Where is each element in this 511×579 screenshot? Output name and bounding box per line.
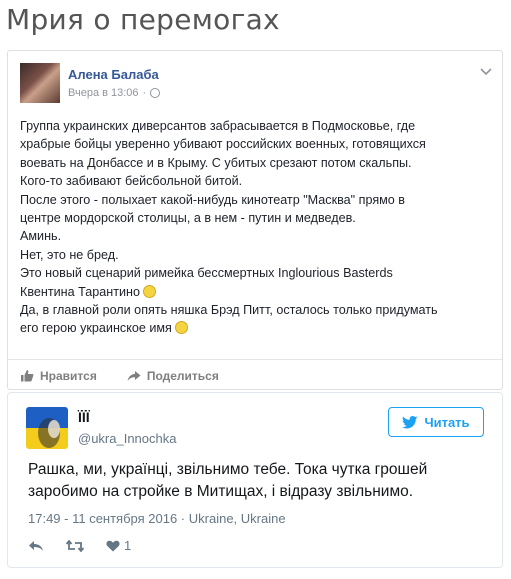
- tweet-text: Рашка, ми, українці, звільнимо тебе. Ток…: [28, 459, 488, 503]
- smile-emoji-icon: [175, 321, 189, 335]
- post-line: Это новый сценарий римейка бессмертных I…: [20, 266, 393, 281]
- share-arrow-icon: [127, 370, 141, 381]
- chevron-down-icon[interactable]: [480, 65, 492, 79]
- meta-separator: ·: [142, 87, 147, 99]
- post-actions-bar: Нравится Поделиться: [8, 359, 502, 391]
- tweet-author-handle[interactable]: @ukra_Innochka: [78, 431, 176, 446]
- post-body: Группа украинских диверсантов забрасывае…: [20, 117, 492, 338]
- author-name[interactable]: Алена Балаба: [68, 67, 159, 82]
- tweet-avatar[interactable]: [26, 407, 68, 449]
- heart-icon: [106, 540, 120, 551]
- tweet-text-line: заробимо на стройке в Митищах, і відразу…: [28, 483, 414, 500]
- embedded-tweet-card: ÏÏÏ @ukra_Innochka Читать Рашка, ми, укр…: [7, 392, 503, 568]
- page-title: Мрия о перемогах: [6, 3, 280, 36]
- post-timestamp[interactable]: Вчера в 13:06: [68, 87, 139, 99]
- like-button[interactable]: Нравится: [20, 369, 97, 383]
- post-line-with-emoji: Квентина Тарантино: [20, 283, 492, 301]
- thumbs-up-icon: [21, 370, 34, 382]
- post-line: храбрые бойцы уверенно убивают российски…: [20, 137, 426, 152]
- post-line: Нет, это не бред.: [20, 247, 119, 262]
- post-line: Да, в главной роли опять няшка Брэд Питт…: [20, 303, 438, 318]
- twitter-bird-icon: [402, 415, 418, 428]
- post-line: Квентина Тарантино: [20, 284, 140, 299]
- tweet-meta[interactable]: 17:49 - 11 сентября 2016 · Ukraine, Ukra…: [28, 511, 286, 526]
- reply-button[interactable]: [28, 540, 44, 552]
- tweet-text-line: Рашка, ми, українці, звільнимо тебе. Ток…: [28, 461, 428, 478]
- globe-icon: [150, 88, 161, 98]
- post-line-with-emoji: его герою украинское имя: [20, 319, 492, 337]
- tweet-author-name[interactable]: ÏÏÏ: [78, 409, 90, 425]
- share-label: Поделиться: [146, 368, 219, 383]
- tweet-actions: 1: [28, 538, 131, 553]
- like-count: 1: [124, 538, 132, 553]
- post-meta: Вчера в 13:06 ·: [68, 87, 161, 99]
- like-label: Нравится: [40, 368, 97, 383]
- retweet-icon: [66, 539, 84, 552]
- follow-label: Читать: [424, 414, 470, 430]
- author-avatar[interactable]: [20, 63, 60, 103]
- reply-icon: [29, 540, 43, 551]
- post-line: воевать на Донбассе и в Крыму. С убитых …: [20, 155, 412, 170]
- share-button[interactable]: Поделиться: [127, 369, 219, 383]
- facebook-post-card: Алена Балаба Вчера в 13:06 · Группа укра…: [7, 50, 503, 390]
- post-line: Кого-то забивают бейсбольной битой.: [20, 174, 243, 189]
- post-line: центре мордорской столицы, а в нем - пут…: [20, 211, 356, 226]
- like-tweet-button[interactable]: 1: [106, 538, 131, 553]
- post-line: После этого - полыхает какой-нибудь кино…: [20, 192, 405, 207]
- retweet-button[interactable]: [66, 539, 84, 552]
- follow-button[interactable]: Читать: [388, 407, 484, 437]
- smile-emoji-icon: [143, 284, 157, 298]
- post-line: Аминь.: [20, 229, 62, 244]
- post-line: Группа украинских диверсантов забрасывае…: [20, 119, 416, 133]
- post-line: его герою украинское имя: [20, 321, 172, 336]
